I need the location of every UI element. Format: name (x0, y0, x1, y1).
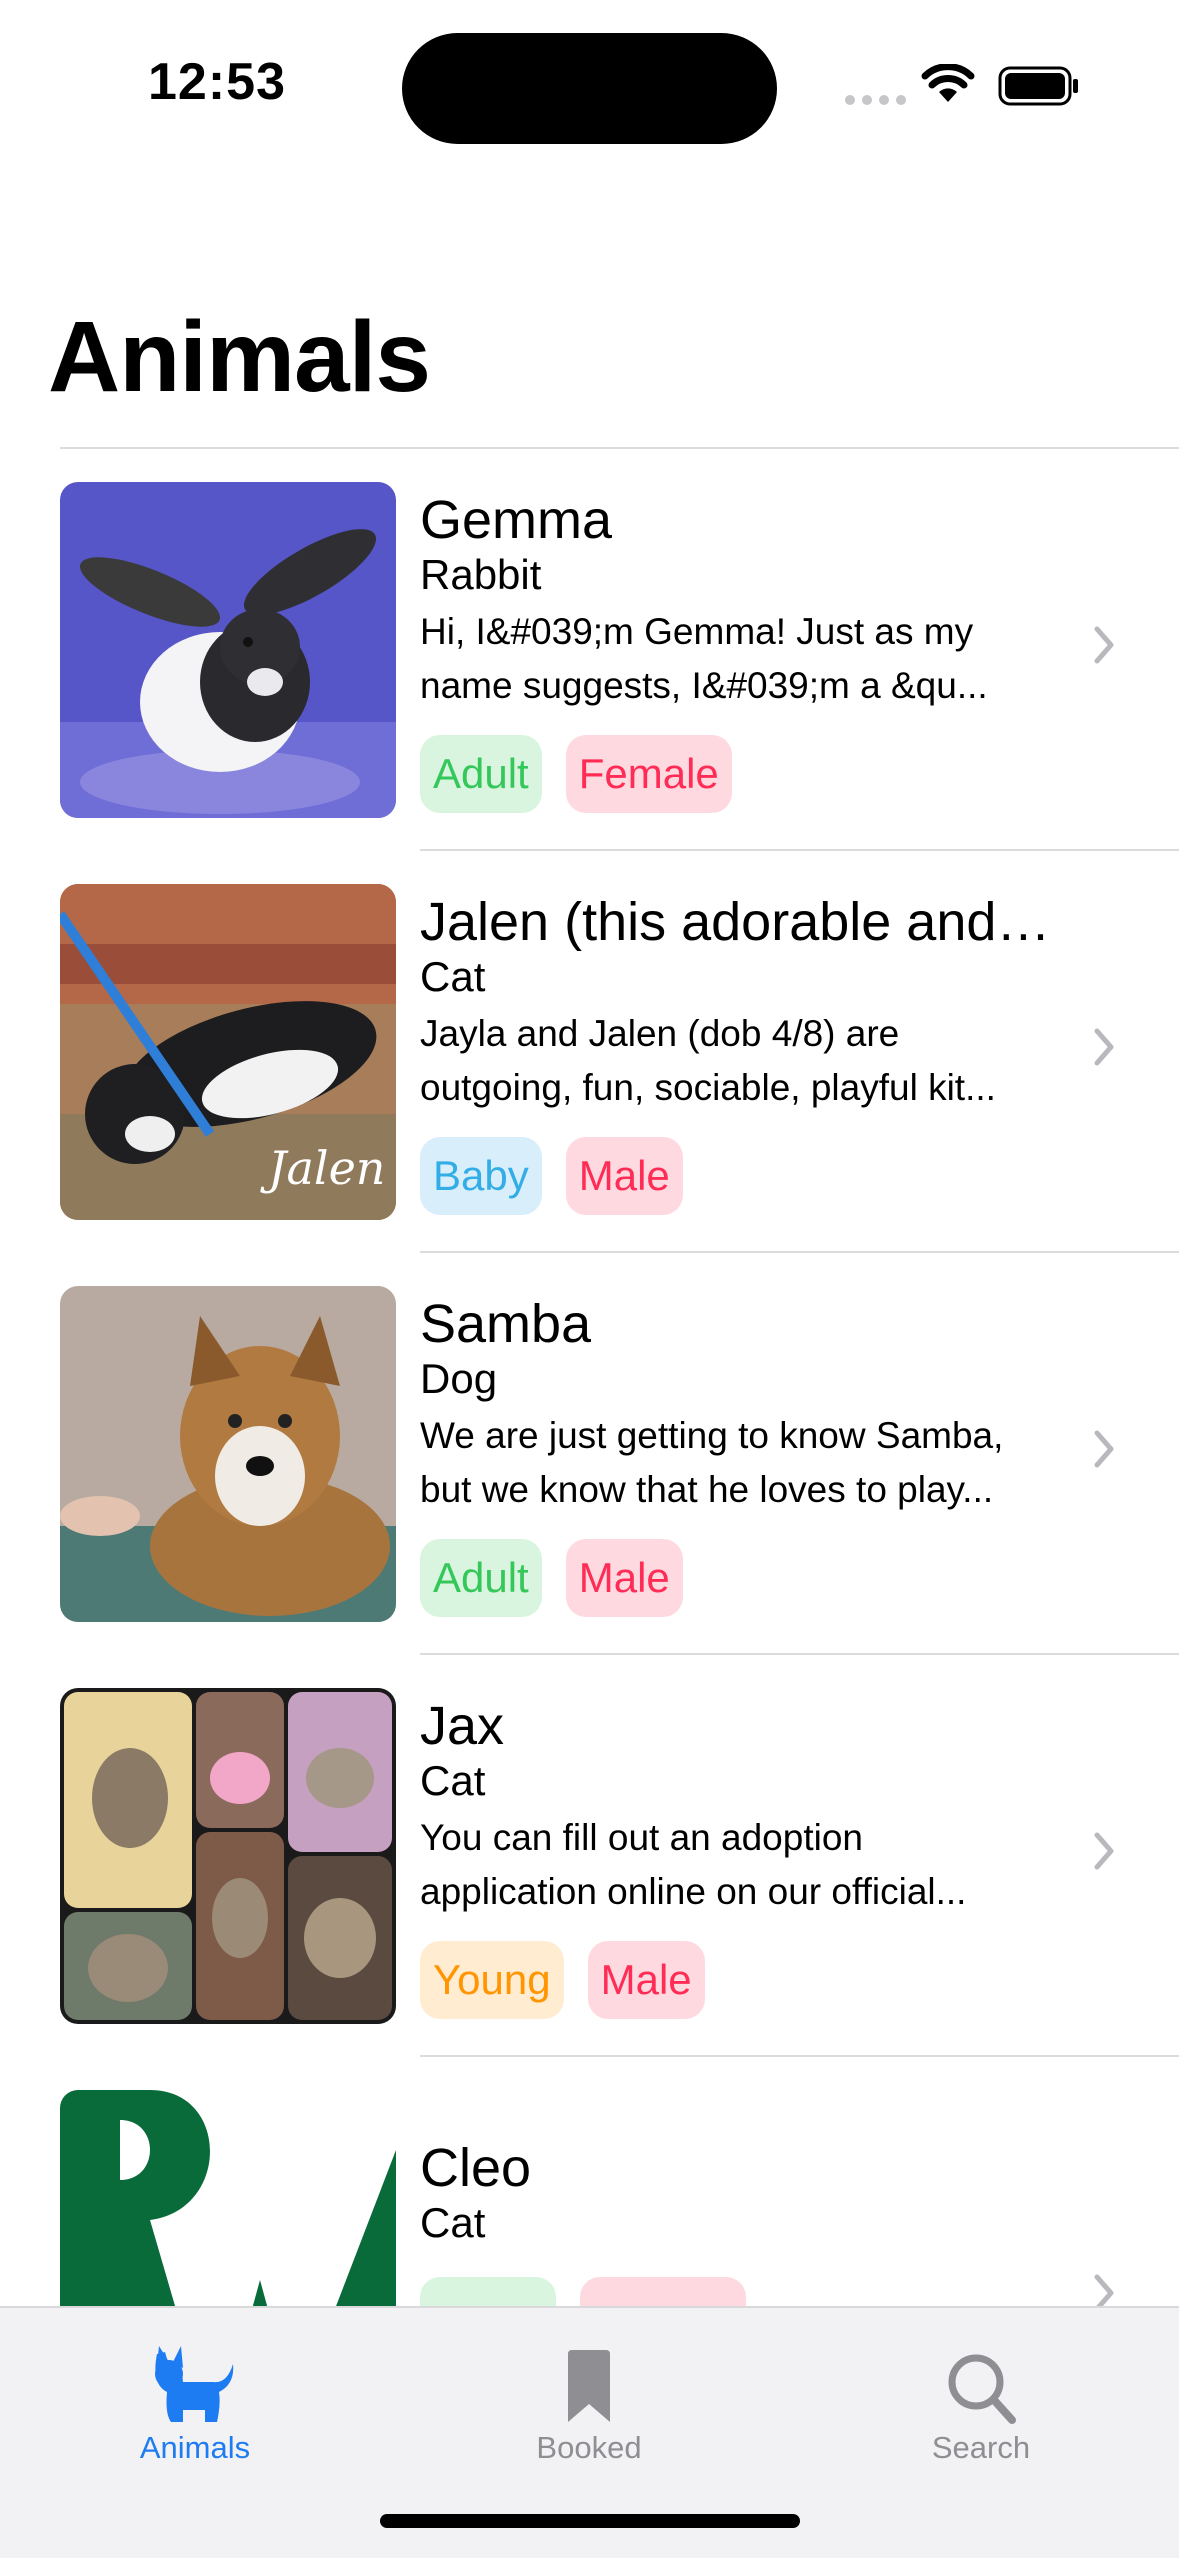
animal-species: Dog (420, 1355, 498, 1402)
list-item[interactable]: Jax Cat You can fill out an adoption app… (0, 1655, 1179, 2057)
search-icon (851, 2324, 1111, 2424)
animal-description: Jayla and Jalen (dob 4/8) are outgoing, … (420, 1007, 1070, 1115)
chevron-right-icon (1093, 1027, 1115, 1072)
description-line: We are just getting to know Samba, (420, 1415, 1004, 1456)
home-indicator[interactable] (380, 2514, 800, 2528)
description-line: but we know that he loves to play... (420, 1469, 994, 1510)
chevron-right-icon (1093, 625, 1115, 670)
cellular-signal-icon (845, 95, 906, 105)
gender-tag: Female (565, 735, 732, 813)
animal-description: We are just getting to know Samba, but w… (420, 1409, 1070, 1517)
list-item[interactable]: Samba Dog We are just getting to know Sa… (0, 1253, 1179, 1655)
animal-species: Rabbit (420, 551, 542, 598)
list-item[interactable]: Jalen Jalen (this adorable and… Cat Jayl… (0, 851, 1179, 1253)
photo-caption: Jalen (260, 1141, 385, 1195)
tag-group: Baby Male (420, 1137, 683, 1215)
tab-label: Booked (536, 2430, 642, 2465)
description-line: outgoing, fun, sociable, playful kit... (420, 1067, 996, 1108)
animal-name: Jalen (this adorable and… (420, 892, 1051, 952)
animal-name: Cleo (420, 2138, 532, 2198)
bookmark-icon (459, 2324, 719, 2424)
animal-photo (60, 1688, 396, 2024)
chevron-right-icon (1093, 1831, 1115, 1876)
animal-species: Cat (420, 1757, 486, 1804)
age-tag: Baby (420, 1137, 542, 1215)
gender-tag: Male (565, 1137, 683, 1215)
tab-booked[interactable]: Booked (459, 2324, 719, 2466)
wifi-icon (921, 63, 975, 109)
page-title: Animals (48, 301, 431, 413)
animal-species: Cat (420, 953, 486, 1000)
animal-photo: Jalen (60, 884, 396, 1220)
list-item[interactable]: Gemma Rabbit Hi, I&#039;m Gemma! Just as… (0, 449, 1179, 851)
animal-description: You can fill out an adoption application… (420, 1811, 1070, 1919)
gender-tag: Male (565, 1539, 683, 1617)
animal-species: Cat (420, 2199, 486, 2246)
status-time: 12:53 (148, 53, 286, 111)
description-line: name suggests, I&#039;m a &qu... (420, 665, 988, 706)
animal-name: Samba (420, 1294, 592, 1354)
age-tag: Young (420, 1941, 564, 2019)
animal-name: Gemma (420, 490, 613, 550)
animal-photo (60, 1286, 396, 1622)
animal-name: Jax (420, 1696, 505, 1756)
age-tag: Adult (420, 1539, 542, 1617)
description-line: application online on our official... (420, 1871, 967, 1912)
animal-photo (60, 482, 396, 818)
chevron-right-icon (1093, 1429, 1115, 1474)
tab-label: Animals (139, 2430, 251, 2465)
description-line: Jayla and Jalen (dob 4/8) are (420, 1013, 900, 1054)
tag-group: Adult Female (420, 735, 732, 813)
tag-group: Adult Male (420, 1539, 683, 1617)
animal-list[interactable]: Gemma Rabbit Hi, I&#039;m Gemma! Just as… (0, 449, 1179, 2459)
cat-icon (65, 2324, 325, 2424)
dynamic-island (402, 33, 777, 144)
description-line: You can fill out an adoption (420, 1817, 863, 1858)
tab-search[interactable]: Search (851, 2324, 1111, 2466)
battery-icon (998, 66, 1080, 111)
tag-group: Young Male (420, 1941, 705, 2019)
tab-label: Search (931, 2430, 1031, 2465)
tab-animals[interactable]: Animals (65, 2324, 325, 2466)
status-bar: 12:53 (0, 0, 1179, 170)
gender-tag: Male (587, 1941, 705, 2019)
age-tag: Adult (420, 735, 542, 813)
description-line: Hi, I&#039;m Gemma! Just as my (420, 611, 974, 652)
animal-description: Hi, I&#039;m Gemma! Just as my name sugg… (420, 605, 1070, 713)
